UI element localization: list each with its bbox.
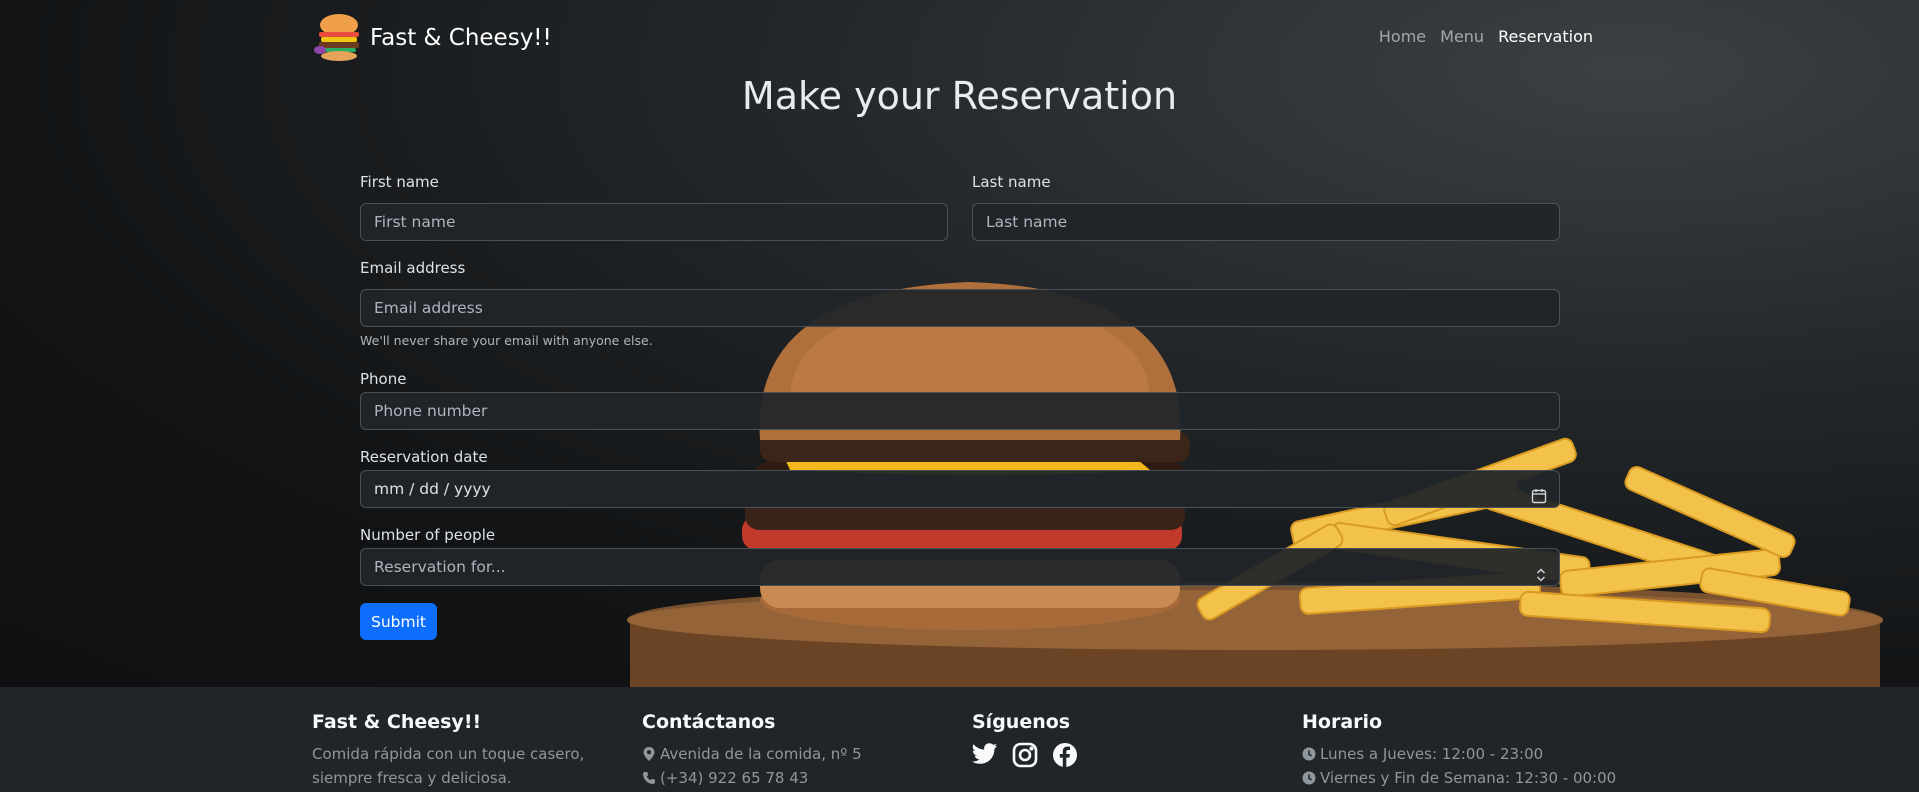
navbar-brand[interactable]: Fast & Cheesy!! (312, 12, 552, 64)
footer-hours-weekdays-text: Lunes a Jueves: 12:00 - 23:00 (1320, 745, 1544, 763)
instagram-icon[interactable] (1012, 742, 1038, 772)
phone-input[interactable] (360, 392, 1560, 430)
clock-icon (1302, 771, 1316, 785)
brand-name: Fast & Cheesy!! (370, 25, 552, 51)
footer-about-text-2: siempre fresca y deliciosa. (312, 769, 512, 787)
reservation-date-input[interactable]: mm / dd / yyyy (360, 470, 1560, 508)
date-format-text: mm / dd / yyyy (374, 480, 491, 498)
footer-about-text-1: Comida rápida con un toque casero, (312, 745, 585, 763)
last-name-input[interactable] (972, 203, 1560, 241)
footer-social-title: Síguenos (972, 711, 1071, 733)
footer-address-text: Avenida de la comida, nº 5 (660, 745, 862, 763)
twitter-icon[interactable] (972, 742, 998, 772)
footer-social: Síguenos (972, 711, 1078, 772)
footer-about: Fast & Cheesy!! Comida rápida con un toq… (312, 711, 584, 790)
nav-link-home[interactable]: Home (1372, 27, 1433, 46)
phone-label: Phone (360, 370, 407, 388)
footer-hours-title: Horario (1302, 711, 1383, 733)
nav-link-reservation[interactable]: Reservation (1491, 27, 1600, 46)
location-pin-icon (643, 747, 655, 761)
email-input[interactable] (360, 289, 1560, 327)
select-arrows-icon (1535, 560, 1547, 596)
people-select-value: Reservation for... (374, 558, 506, 576)
footer: Fast & Cheesy!! Comida rápida con un toq… (0, 687, 1919, 792)
email-help-text: We'll never share your email with anyone… (360, 333, 653, 348)
facebook-icon[interactable] (1052, 742, 1078, 772)
number-of-people-select[interactable]: Reservation for... (360, 548, 1560, 586)
footer-hours: Horario Lunes a Jueves: 12:00 - 23:00 Vi… (1302, 711, 1616, 790)
nav-link-menu[interactable]: Menu (1433, 27, 1491, 46)
footer-phone-text: (+34) 922 65 78 43 (660, 769, 809, 787)
burger-logo-icon (314, 14, 359, 61)
phone-icon (643, 772, 655, 784)
footer-contact: Contáctanos Avenida de la comida, nº 5 (… (642, 711, 862, 790)
email-label: Email address (360, 259, 466, 277)
footer-address: Avenida de la comida, nº 5 (642, 742, 862, 766)
first-name-input[interactable] (360, 203, 948, 241)
calendar-icon[interactable] (1531, 481, 1547, 517)
footer-about-title: Fast & Cheesy!! (312, 711, 482, 733)
submit-button[interactable]: Submit (360, 603, 437, 640)
page-title: Make your Reservation (741, 74, 1178, 118)
clock-icon (1302, 747, 1316, 761)
first-name-label: First name (360, 173, 439, 191)
reservation-date-label: Reservation date (360, 448, 488, 466)
number-of-people-label: Number of people (360, 526, 496, 544)
main-nav: Home Menu Reservation (1372, 27, 1600, 46)
footer-hours-weekend-text: Viernes y Fin de Semana: 12:30 - 00:00 (1320, 769, 1617, 787)
footer-hours-weekend: Viernes y Fin de Semana: 12:30 - 00:00 (1302, 766, 1616, 790)
footer-contact-title: Contáctanos (642, 711, 776, 733)
footer-phone: (+34) 922 65 78 43 (642, 766, 862, 790)
footer-hours-weekdays: Lunes a Jueves: 12:00 - 23:00 (1302, 742, 1616, 766)
last-name-label: Last name (972, 173, 1051, 191)
